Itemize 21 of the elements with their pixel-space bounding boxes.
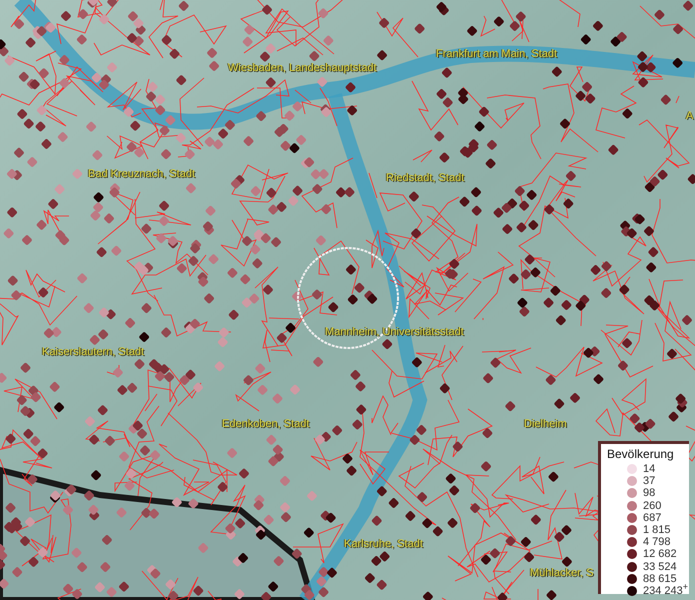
legend-label: 88 615: [643, 572, 677, 585]
legend-label: 1 815: [643, 524, 671, 536]
legend-label: 14: [643, 463, 656, 476]
place-label: Riedstadt, Stadt: [386, 172, 464, 185]
legend-label: 37: [643, 475, 656, 488]
place-label: Frankfurt am Main, Stadt: [436, 48, 558, 61]
legend-label: 98: [643, 487, 656, 500]
place-label: Edenkoben, Stadt: [222, 418, 310, 431]
legend-title: Bevölkerung: [607, 447, 675, 461]
legend-label: 4 798: [643, 536, 671, 548]
place-label: Wiesbaden, Landeshauptstadt: [228, 62, 377, 75]
place-label: Kaiserslautern, Stadt: [42, 346, 144, 359]
legend-label: 12 682: [643, 548, 677, 560]
legend-label: 234 243$^{+}$: [643, 584, 688, 597]
place-label: Bad Kreuznach, Stadt: [88, 168, 196, 181]
legend-label: 687: [643, 512, 662, 524]
place-label: Mühlacker, S: [530, 567, 594, 580]
place-label: A: [686, 110, 694, 123]
legend-label: 33 524: [643, 560, 677, 573]
place-label: Dielheim: [524, 418, 567, 431]
legend-label: 260: [643, 500, 662, 512]
